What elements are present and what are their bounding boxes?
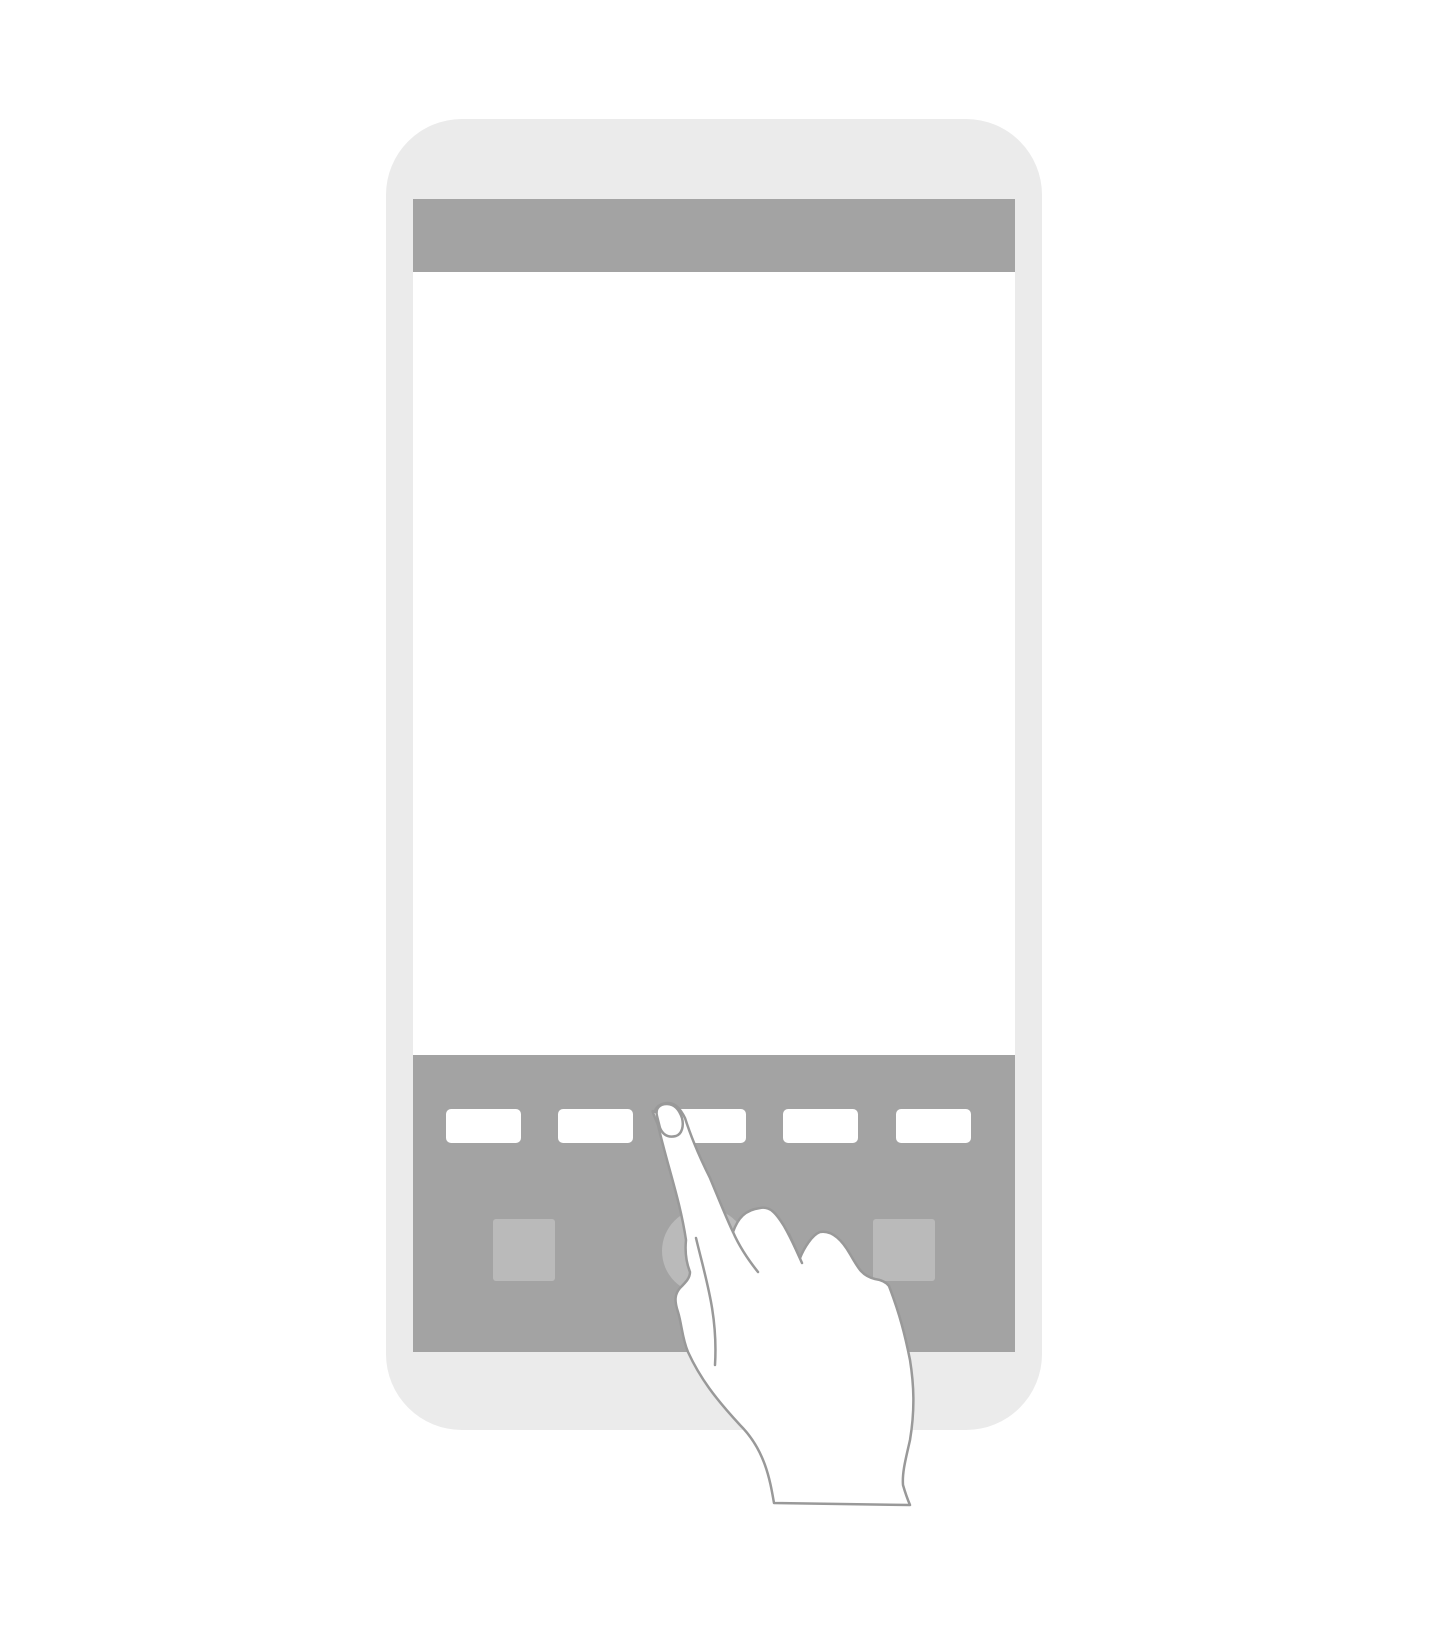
panel-button-2[interactable] [558, 1109, 633, 1143]
bottom-panel [413, 1055, 1015, 1352]
top-bar [413, 199, 1015, 272]
panel-button-4[interactable] [783, 1109, 858, 1143]
recent-apps-key-icon[interactable] [873, 1219, 935, 1281]
home-key-icon[interactable] [662, 1208, 748, 1294]
back-key-icon[interactable] [493, 1219, 555, 1281]
illustration-canvas [0, 0, 1440, 1643]
phone-screen [413, 199, 1015, 1352]
panel-button-5[interactable] [896, 1109, 971, 1143]
panel-button-1[interactable] [446, 1109, 521, 1143]
content-area [413, 272, 1015, 1055]
panel-button-3[interactable] [671, 1109, 746, 1143]
